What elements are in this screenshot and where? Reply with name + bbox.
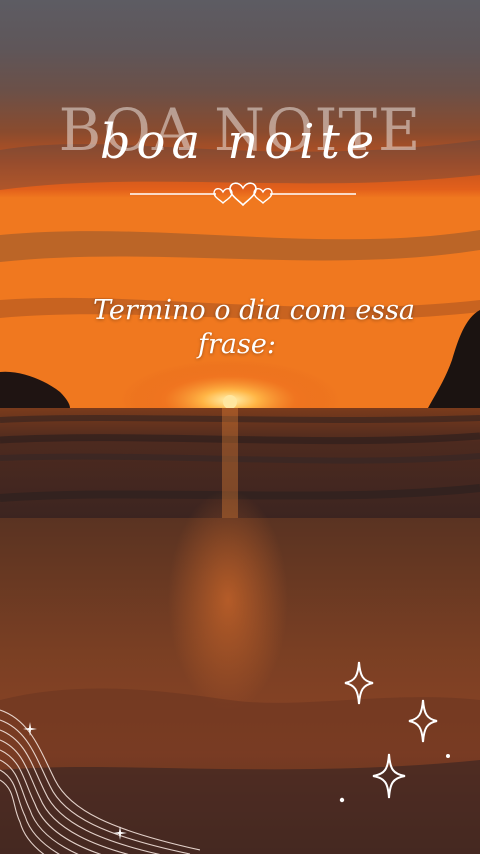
wave-lines-icon [0, 709, 200, 854]
title-script: boa noite [99, 114, 381, 170]
small-dot-icon [339, 797, 345, 803]
sparkle-star-icon [372, 753, 406, 799]
sparkle-star-icon [344, 661, 374, 705]
sunset-beach-card: BOA NOITE boa noite Termino o dia com es… [0, 0, 480, 854]
sparkle-star-icon [408, 699, 438, 743]
hearts-divider-icon [130, 182, 356, 207]
small-dot-icon [446, 754, 450, 758]
quote-line-2: frase: [198, 329, 276, 360]
quote-text: Termino o dia com essa frase: [64, 294, 444, 362]
quote-line-1: Termino o dia com essa [92, 295, 416, 326]
